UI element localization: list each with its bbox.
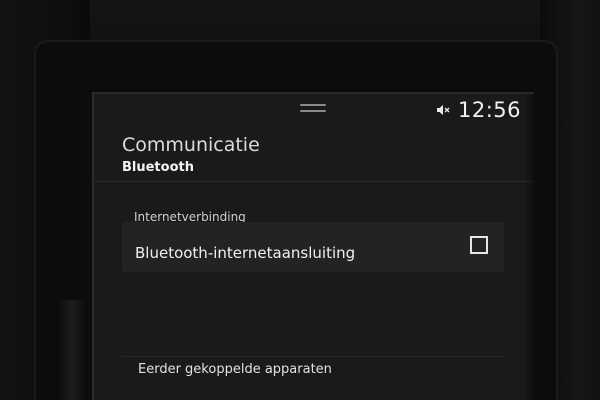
- screen-edge-shade: [524, 94, 534, 400]
- infotainment-screen: 12:56 Communicatie Bluetooth Internetver…: [92, 92, 534, 400]
- page-title: Communicatie: [122, 134, 260, 156]
- section-divider: [122, 356, 504, 357]
- page-subtitle: Bluetooth: [122, 160, 194, 175]
- dashboard-photo: 12:56 Communicatie Bluetooth Internetver…: [0, 0, 600, 400]
- setting-label: Bluetooth-internetaansluiting: [135, 244, 356, 262]
- volume-mute-icon: [437, 105, 450, 115]
- bezel-reflection: [58, 300, 86, 400]
- bluetooth-internet-checkbox[interactable]: [470, 236, 488, 254]
- drag-handle-icon[interactable]: [300, 104, 326, 112]
- status-bar: 12:56: [94, 94, 534, 126]
- header-divider: [94, 181, 534, 182]
- clock: 12:56: [458, 98, 522, 122]
- section-header-paired-devices: Eerder gekoppelde apparaten: [138, 362, 332, 377]
- bluetooth-internet-setting-row[interactable]: Bluetooth-internetaansluiting: [122, 222, 504, 272]
